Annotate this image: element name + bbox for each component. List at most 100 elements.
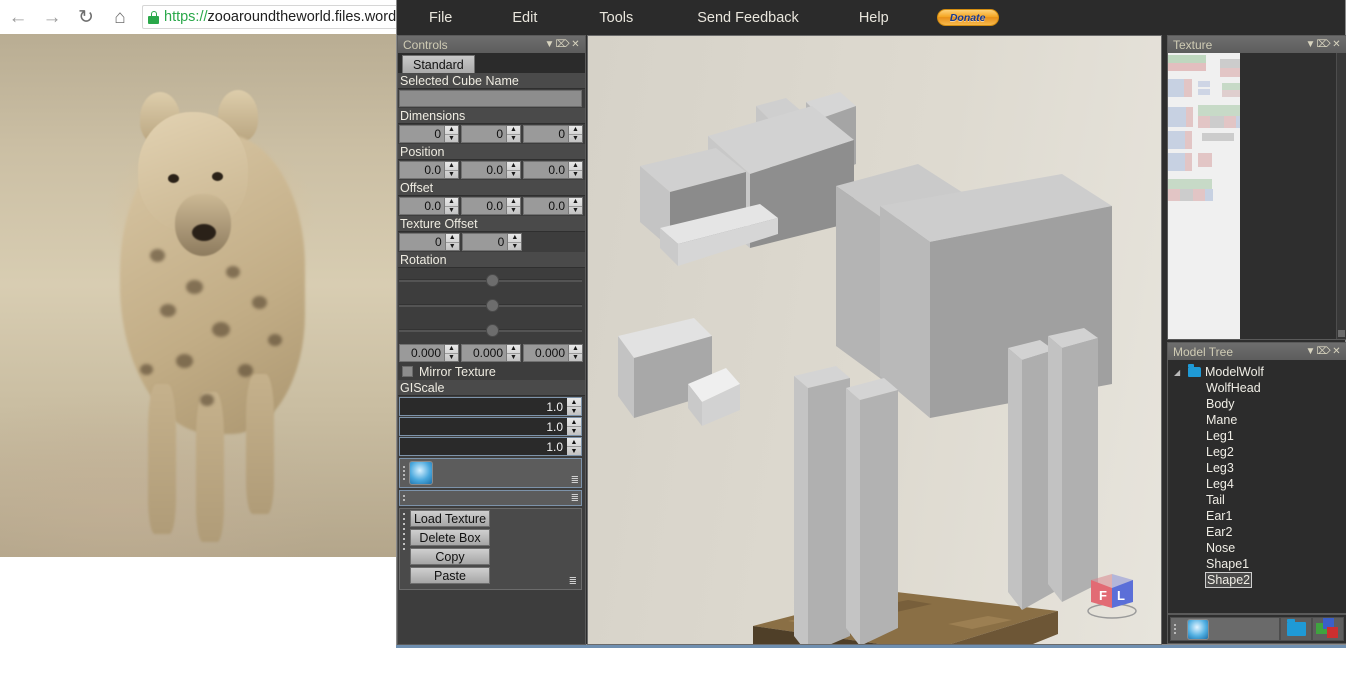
stepper-arrows-icon[interactable]: ▲ ▼ — [568, 162, 582, 178]
tree-item-leg3[interactable]: Leg3 — [1168, 460, 1346, 476]
drag-grip-icon[interactable] — [400, 491, 408, 505]
tree-item-leg1[interactable]: Leg1 — [1168, 428, 1346, 444]
offset-y-stepper[interactable]: 0.0 ▲ ▼ — [461, 197, 521, 215]
address-bar[interactable]: https://zooaroundtheworld.files.word — [142, 5, 416, 29]
chevron-down-icon[interactable]: ▼ — [1304, 38, 1317, 51]
slider-knob[interactable] — [485, 324, 499, 337]
pin-icon[interactable]: ⌦ — [1316, 38, 1330, 51]
dimension-y-stepper[interactable]: 0 ▲ ▼ — [461, 125, 521, 143]
pin-icon[interactable]: ⌦ — [1316, 345, 1330, 358]
back-arrow-icon[interactable]: ← — [6, 5, 30, 29]
tree-item-leg2[interactable]: Leg2 — [1168, 444, 1346, 460]
tree-item-nose[interactable]: Nose — [1168, 540, 1346, 556]
position-y-stepper[interactable]: 0.0 ▲ ▼ — [461, 161, 521, 179]
rotation-z-slider[interactable] — [398, 318, 585, 343]
tree-item-shape1[interactable]: Shape1 — [1168, 556, 1346, 572]
stepper-arrows-icon[interactable]: ▲ ▼ — [506, 198, 520, 214]
stepper-arrows-icon[interactable]: ▲ ▼ — [444, 345, 458, 361]
model-tree-body[interactable]: ◢ ModelWolf WolfHead Body Mane Leg1 Leg2… — [1168, 360, 1346, 613]
stepper-arrows-icon[interactable]: ▲ ▼ — [506, 162, 520, 178]
stepper-arrows-icon[interactable]: ▲ ▼ — [507, 234, 522, 250]
tree-item-mane[interactable]: Mane — [1168, 412, 1346, 428]
rotation-z-stepper[interactable]: 0.000 ▲ ▼ — [523, 344, 583, 362]
stepper-arrows-icon[interactable]: ▲ ▼ — [444, 234, 459, 250]
menu-file[interactable]: File — [419, 10, 462, 26]
close-icon[interactable]: ✕ — [1330, 38, 1343, 51]
scrollbar-thumb[interactable] — [1338, 330, 1345, 337]
wolf-model[interactable] — [588, 36, 1162, 645]
stepper-arrows-icon[interactable]: ▲ ▼ — [506, 345, 520, 361]
chevron-down-icon[interactable]: ▼ — [1304, 345, 1317, 358]
menu-tools[interactable]: Tools — [589, 10, 643, 26]
donate-button[interactable]: Donate — [936, 9, 999, 26]
load-texture-button[interactable]: Load Texture — [410, 510, 490, 527]
close-icon[interactable]: ✕ — [1330, 345, 1343, 358]
cube-icon[interactable] — [1187, 618, 1209, 640]
blocks-button[interactable] — [1312, 617, 1344, 641]
rotation-x-slider[interactable] — [398, 268, 585, 293]
menu-edit[interactable]: Edit — [502, 10, 547, 26]
viewport-3d[interactable]: F L — [587, 35, 1162, 645]
texture-scrollbar[interactable] — [1336, 53, 1346, 339]
tab-standard[interactable]: Standard — [402, 55, 475, 73]
giscale-x-stepper[interactable]: 1.0 ▲ ▼ — [399, 397, 582, 416]
tree-item-body[interactable]: Body — [1168, 396, 1346, 412]
texture-offset-u-stepper[interactable]: 0 ▲ ▼ — [399, 233, 460, 251]
tree-item-ear2[interactable]: Ear2 — [1168, 524, 1346, 540]
menu-send-feedback[interactable]: Send Feedback — [687, 10, 809, 26]
tree-twisty-icon[interactable]: ◢ — [1174, 368, 1184, 377]
stepper-arrows-icon[interactable]: ▲ ▼ — [568, 126, 582, 142]
pin-icon[interactable]: ⌦ — [555, 38, 569, 51]
drag-grip-icon[interactable] — [1171, 618, 1179, 640]
tree-item-leg4[interactable]: Leg4 — [1168, 476, 1346, 492]
texture-atlas-canvas[interactable] — [1168, 53, 1240, 339]
secondary-combo[interactable]: ≣ — [399, 490, 582, 506]
close-icon[interactable]: ✕ — [569, 38, 582, 51]
tree-root-modelwolf[interactable]: ◢ ModelWolf — [1168, 364, 1346, 380]
offset-z-stepper[interactable]: 0.0 ▲ ▼ — [523, 197, 583, 215]
stepper-arrows-icon[interactable]: ▲ ▼ — [506, 126, 520, 142]
tree-item-ear1[interactable]: Ear1 — [1168, 508, 1346, 524]
rotation-x-stepper[interactable]: 0.000 ▲ ▼ — [399, 344, 459, 362]
tree-item-wolfhead[interactable]: WolfHead — [1168, 380, 1346, 396]
mirror-texture-row[interactable]: Mirror Texture — [398, 363, 585, 380]
tree-item-shape2[interactable]: Shape2 — [1168, 572, 1346, 588]
giscale-y-stepper[interactable]: 1.0 ▲ ▼ — [399, 417, 582, 436]
position-z-stepper[interactable]: 0.0 ▲ ▼ — [523, 161, 583, 179]
slider-knob[interactable] — [485, 274, 499, 287]
toolbar-item-strip[interactable] — [1170, 617, 1280, 641]
delete-box-button[interactable]: Delete Box — [410, 529, 490, 546]
stepper-arrows-icon[interactable]: ▲ ▼ — [567, 438, 581, 455]
mirror-texture-checkbox[interactable] — [402, 366, 413, 377]
orientation-gizmo[interactable]: F L — [1081, 566, 1143, 622]
rotation-y-slider[interactable] — [398, 293, 585, 318]
copy-button[interactable]: Copy — [410, 548, 490, 565]
chevron-down-icon[interactable]: ▼ — [543, 38, 556, 51]
panel-expand-icon[interactable]: ≣ — [569, 576, 577, 587]
stepper-arrows-icon[interactable]: ▲ ▼ — [444, 126, 458, 142]
tree-item-tail[interactable]: Tail — [1168, 492, 1346, 508]
folder-button[interactable] — [1280, 617, 1312, 641]
combo-expand-icon[interactable]: ≣ — [571, 493, 579, 504]
stepper-arrows-icon[interactable]: ▲ ▼ — [444, 162, 458, 178]
position-x-stepper[interactable]: 0.0 ▲ ▼ — [399, 161, 459, 179]
dimension-x-stepper[interactable]: 0 ▲ ▼ — [399, 125, 459, 143]
drag-grip-icon[interactable] — [400, 459, 408, 487]
stepper-arrows-icon[interactable]: ▲ ▼ — [444, 198, 458, 214]
rotation-y-stepper[interactable]: 0.000 ▲ ▼ — [461, 344, 521, 362]
stepper-arrows-icon[interactable]: ▲ ▼ — [568, 198, 582, 214]
stepper-arrows-icon[interactable]: ▲ ▼ — [567, 398, 581, 415]
home-icon[interactable]: ⌂ — [108, 5, 132, 29]
texture-offset-v-stepper[interactable]: 0 ▲ ▼ — [461, 233, 523, 251]
drag-grip-icon[interactable] — [401, 511, 407, 587]
stepper-arrows-icon[interactable]: ▲ ▼ — [568, 345, 582, 361]
selected-cube-name-input[interactable] — [399, 90, 582, 107]
forward-arrow-icon[interactable]: → — [40, 5, 64, 29]
giscale-z-stepper[interactable]: 1.0 ▲ ▼ — [399, 437, 582, 456]
dimension-z-stepper[interactable]: 0 ▲ ▼ — [523, 125, 583, 143]
paste-button[interactable]: Paste — [410, 567, 490, 584]
stepper-arrows-icon[interactable]: ▲ ▼ — [567, 418, 581, 435]
menu-help[interactable]: Help — [849, 10, 899, 26]
combo-expand-icon[interactable]: ≣ — [571, 475, 579, 486]
offset-x-stepper[interactable]: 0.0 ▲ ▼ — [399, 197, 459, 215]
